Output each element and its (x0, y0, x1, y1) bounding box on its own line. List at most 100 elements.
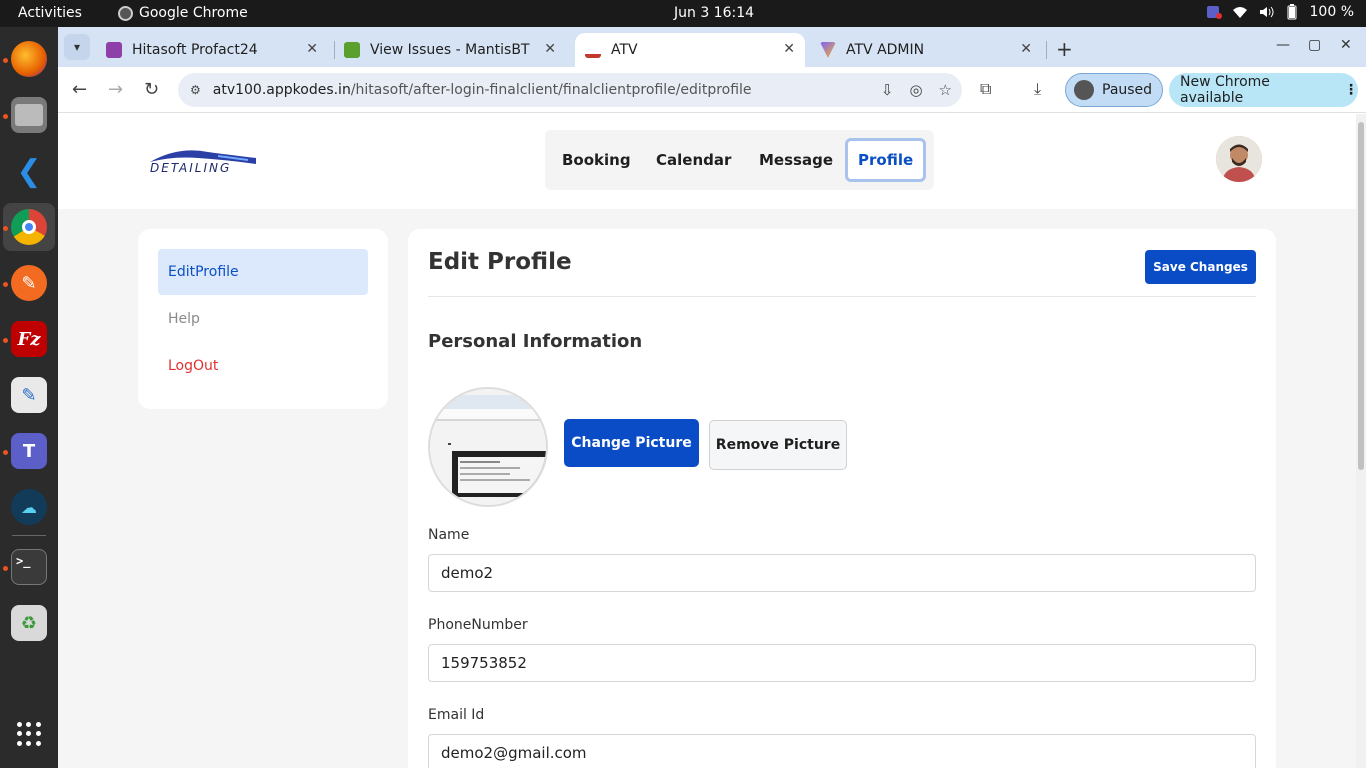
clock[interactable]: Jun 3 16:14 (674, 5, 754, 21)
profile-avatar (1074, 80, 1094, 100)
eye-off-icon[interactable]: ◎ (909, 81, 922, 99)
logo-text: DETAILING (150, 161, 232, 175)
tab-hitasoft[interactable]: Hitasoft Profact24 ✕ (96, 33, 328, 67)
save-changes-button[interactable]: Save Changes (1145, 250, 1256, 284)
nav-booking[interactable]: Booking (562, 145, 631, 175)
vscode-icon[interactable]: ❮ (11, 153, 47, 189)
tab-title: ATV ADMIN (846, 42, 925, 58)
email-field[interactable] (428, 734, 1256, 768)
terminal-icon[interactable]: >_ (11, 549, 47, 585)
profile-picture-image (430, 389, 546, 505)
browser-toolbar: ← → ↻ ⚙ atv100.appkodes.in/hitasoft/afte… (58, 67, 1366, 113)
running-indicator (3, 226, 8, 231)
change-picture-button[interactable]: Change Picture (564, 419, 699, 467)
tab-title: View Issues - MantisBT (370, 42, 530, 58)
tab-atv[interactable]: ATV ✕ (575, 33, 805, 67)
system-top-bar: Activities Google Chrome Jun 3 16:14 100… (0, 0, 1366, 27)
more-menu-icon[interactable]: ⋮ (1344, 82, 1358, 98)
update-chrome-button[interactable]: New Chrome available ⋮ (1169, 73, 1358, 107)
tab-title: Hitasoft Profact24 (132, 42, 258, 58)
nav-calendar[interactable]: Calendar (656, 145, 731, 175)
url-host: atv100.appkodes.in (212, 82, 351, 98)
battery-percent: 100 % (1309, 4, 1354, 20)
sidebar-item-editprofile[interactable]: EditProfile (158, 249, 368, 295)
remove-picture-button[interactable]: Remove Picture (709, 420, 847, 470)
dock: ❮ ✎ Fz ✎ T ☁ >_ ♻ (0, 27, 58, 768)
reload-icon[interactable]: ↻ (144, 79, 159, 100)
running-indicator (3, 282, 8, 287)
site-header: DETAILING Booking Calendar Message Profi… (58, 114, 1356, 209)
phone-field[interactable] (428, 644, 1256, 682)
app-name-label: Google Chrome (139, 5, 248, 21)
edit-profile-card: Edit Profile Save Changes Personal Infor… (408, 229, 1276, 768)
trash-icon[interactable]: ♻ (11, 605, 47, 641)
close-window-icon[interactable]: ✕ (1340, 37, 1352, 53)
firefox-icon[interactable] (11, 41, 47, 77)
update-label: New Chrome available (1180, 74, 1270, 106)
new-tab-icon[interactable]: + (1056, 37, 1073, 61)
extensions-icon[interactable]: ⧉ (980, 79, 991, 99)
battery-icon (1287, 4, 1297, 20)
tab-divider (1046, 41, 1047, 59)
chrome-dock-icon[interactable] (11, 209, 47, 245)
profile-status: Paused (1102, 82, 1153, 98)
sidebar: EditProfile Help LogOut (138, 229, 388, 409)
sidebar-item-help[interactable]: Help (158, 296, 368, 342)
avatar-person-icon (1216, 136, 1262, 182)
divider (428, 296, 1256, 297)
close-tab-icon[interactable]: ✕ (783, 41, 795, 57)
address-bar[interactable]: ⚙ atv100.appkodes.in/hitasoft/after-logi… (178, 73, 962, 107)
filezilla-icon[interactable]: Fz (11, 321, 47, 357)
maximize-icon[interactable]: ▢ (1308, 37, 1321, 53)
sidebar-item-logout[interactable]: LogOut (158, 343, 368, 389)
close-tab-icon[interactable]: ✕ (1020, 41, 1032, 57)
page-title: Edit Profile (428, 249, 572, 275)
main-nav: Booking Calendar Message Profile (545, 130, 934, 190)
chrome-icon (118, 5, 133, 21)
running-indicator (3, 338, 8, 343)
phone-label: PhoneNumber (428, 617, 528, 633)
running-indicator (3, 58, 8, 63)
bookmark-star-icon[interactable]: ☆ (939, 81, 952, 99)
section-title: Personal Information (428, 331, 643, 352)
scrollbar-thumb[interactable] (1358, 122, 1364, 470)
back-icon[interactable]: ← (72, 79, 87, 100)
minimize-icon[interactable]: — (1276, 37, 1290, 53)
teams-icon[interactable]: T (11, 433, 47, 469)
activities-button[interactable]: Activities (18, 5, 82, 21)
chevron-down-icon: ▾ (73, 40, 81, 54)
page-viewport: DETAILING Booking Calendar Message Profi… (58, 114, 1366, 768)
tab-favicon (585, 42, 601, 58)
download-icon[interactable]: ⤓ (1034, 79, 1041, 99)
forward-icon[interactable]: → (108, 79, 123, 100)
email-label: Email Id (428, 707, 485, 723)
name-label: Name (428, 527, 470, 543)
site-info-icon[interactable]: ⚙ (190, 83, 201, 97)
dock-separator (12, 535, 46, 536)
text-editor-icon[interactable]: ✎ (11, 377, 47, 413)
files-icon[interactable] (11, 97, 47, 133)
profile-paused-button[interactable]: Paused (1065, 73, 1163, 107)
system-tray[interactable]: 100 % (1206, 4, 1354, 20)
omnibox-actions: ⇩ ◎ ☆ (881, 81, 952, 99)
postman-icon[interactable]: ✎ (11, 265, 47, 301)
close-tab-icon[interactable]: ✕ (306, 41, 318, 57)
cloud-app-icon[interactable]: ☁ (11, 489, 47, 525)
name-field[interactable] (428, 554, 1256, 592)
page-scrollbar[interactable] (1356, 114, 1366, 768)
show-apps-icon[interactable] (17, 722, 41, 746)
tab-strip: ▾ Hitasoft Profact24 ✕ View Issues - Man… (58, 27, 1366, 67)
app-menu[interactable]: Google Chrome (118, 5, 248, 21)
nav-message[interactable]: Message (759, 145, 833, 175)
user-avatar[interactable] (1216, 136, 1262, 182)
nav-profile[interactable]: Profile (845, 138, 927, 182)
chrome-window: ▾ Hitasoft Profact24 ✕ View Issues - Man… (58, 27, 1366, 768)
tab-atv-admin[interactable]: ATV ADMIN ✕ (810, 33, 1042, 67)
profile-picture (428, 387, 548, 507)
tab-mantis[interactable]: View Issues - MantisBT ✕ (334, 33, 566, 67)
tab-search-button[interactable]: ▾ (64, 34, 90, 60)
wifi-icon (1232, 7, 1247, 18)
close-tab-icon[interactable]: ✕ (544, 41, 556, 57)
install-app-icon[interactable]: ⇩ (881, 81, 894, 99)
running-indicator (3, 566, 8, 571)
